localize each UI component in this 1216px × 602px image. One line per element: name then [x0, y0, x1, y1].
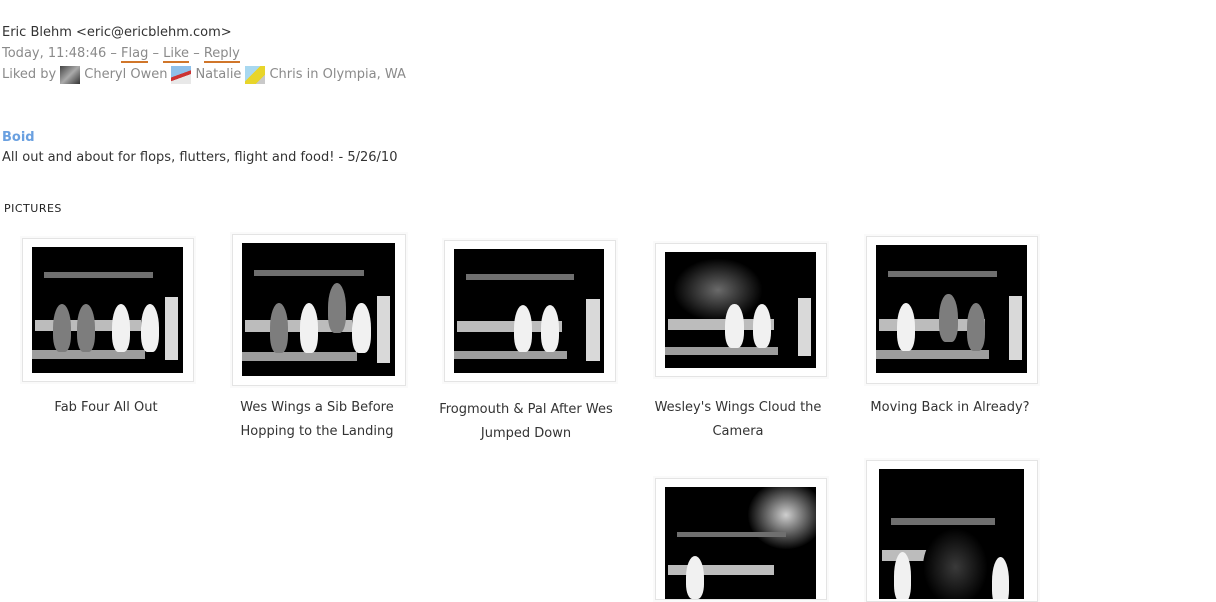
liked-by: Liked by Cheryl Owen Natalie Chris in Ol… — [2, 64, 406, 85]
sender: Eric Blehm <eric@ericblehm.com> — [2, 25, 232, 40]
owl-photo[interactable] — [876, 245, 1027, 373]
timestamp: Today, 11:48:46 — [2, 46, 107, 61]
picture-caption[interactable]: Wes Wings a Sib Before Hopping to the La… — [227, 396, 407, 444]
post-body: All out and about for flops, flutters, f… — [2, 150, 398, 165]
owl-photo[interactable] — [242, 243, 395, 376]
pictures-heading: PICTURES — [4, 202, 62, 215]
picture-thumbnail[interactable] — [232, 234, 406, 386]
picture-caption[interactable]: Fab Four All Out — [16, 396, 196, 420]
avatar-natalie[interactable] — [171, 65, 192, 84]
picture-caption[interactable]: Moving Back in Already? — [860, 396, 1040, 420]
reply-link[interactable]: Reply — [203, 46, 240, 63]
picture-thumbnail[interactable] — [655, 478, 827, 600]
owl-photo[interactable] — [665, 487, 816, 599]
owl-photo[interactable] — [879, 469, 1024, 599]
liker-name[interactable]: Cheryl Owen — [84, 64, 167, 85]
owl-photo[interactable] — [665, 252, 816, 368]
message-meta: Today, 11:48:46 – Flag – Like – Reply — [2, 46, 240, 63]
owl-photo[interactable] — [32, 247, 183, 373]
liked-by-label: Liked by — [2, 67, 57, 82]
picture-thumbnail[interactable] — [866, 236, 1038, 384]
liker-name[interactable]: Natalie — [195, 64, 241, 85]
liker-name[interactable]: Chris in Olympia, WA — [269, 64, 406, 85]
avatar-chris[interactable] — [245, 65, 266, 84]
picture-caption[interactable]: Frogmouth & Pal After Wes Jumped Down — [436, 398, 616, 446]
picture-thumbnail[interactable] — [655, 243, 827, 377]
owl-photo[interactable] — [454, 249, 604, 373]
message-header: Eric Blehm <eric@ericblehm.com> Today, 1… — [2, 22, 406, 85]
like-link[interactable]: Like — [163, 46, 190, 63]
avatar-cheryl[interactable] — [60, 65, 81, 84]
picture-caption[interactable]: Wesley's Wings Cloud the Camera — [648, 396, 828, 444]
picture-thumbnail[interactable] — [22, 238, 194, 382]
picture-thumbnail[interactable] — [866, 460, 1038, 602]
picture-thumbnail[interactable] — [444, 240, 616, 382]
flag-link[interactable]: Flag — [121, 46, 149, 63]
post-title[interactable]: Boid — [2, 130, 35, 145]
